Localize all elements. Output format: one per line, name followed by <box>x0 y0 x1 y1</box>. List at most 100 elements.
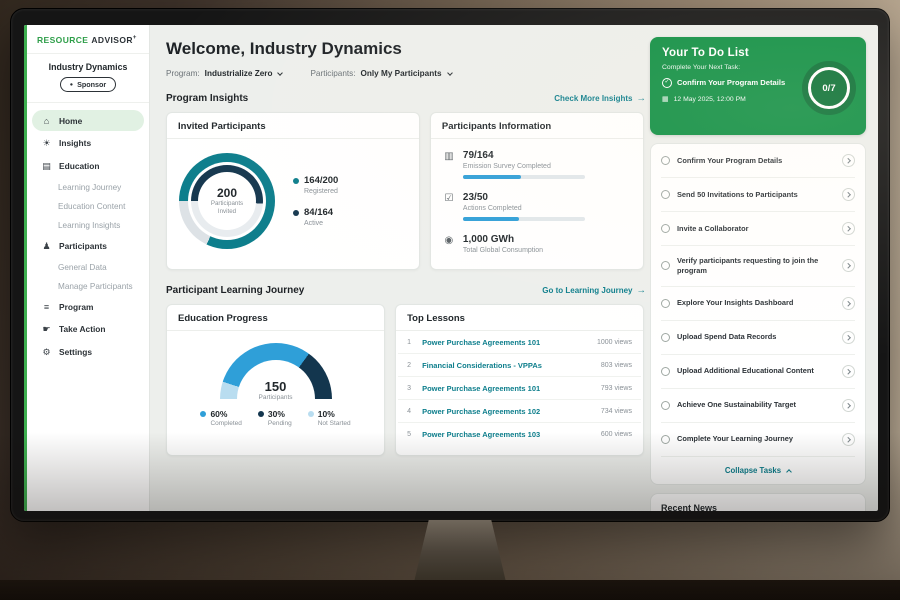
todo-progress-ring: 0/7 <box>802 61 856 115</box>
go-to-learning-journey-link[interactable]: Go to Learning Journey→ <box>542 285 646 296</box>
task-row[interactable]: Achieve One Sustainability Target <box>661 389 855 423</box>
task-row[interactable]: Send 50 Invitations to Participants <box>661 178 855 212</box>
task-row[interactable]: Confirm Your Program Details <box>661 144 855 178</box>
gauge-legend: 60% Completed 30% <box>200 409 350 427</box>
task-checkbox[interactable] <box>661 261 670 270</box>
nav-item-icon <box>41 161 52 172</box>
nav-item-label: Home <box>59 116 82 126</box>
nav-item-icon <box>41 116 52 126</box>
task-checkbox[interactable] <box>661 156 670 165</box>
legend-label: Completed <box>210 420 241 427</box>
arrow-right-icon: → <box>637 285 647 296</box>
lesson-row: 5 Power Purchase Agreements 103 600 view… <box>398 423 641 445</box>
sidebar-item[interactable]: Home <box>32 110 144 131</box>
task-checkbox[interactable] <box>661 224 670 233</box>
task-label: Verify participants requesting to join t… <box>677 256 835 276</box>
sidebar-item[interactable]: Learning Journey <box>32 178 144 196</box>
task-label: Invite a Collaborator <box>677 224 835 234</box>
sidebar: RESOURCEADVISOR+ Industry Dynamics ● Spo… <box>24 25 150 511</box>
todo-next-task: ✓ Confirm Your Program Details <box>662 78 798 88</box>
todo-due-date: ▦ 12 May 2025, 12:00 PM <box>662 95 854 103</box>
lesson-link[interactable]: Power Purchase Agreements 101 <box>422 338 590 347</box>
lesson-views: 803 views <box>601 362 632 369</box>
task-chevron-icon[interactable] <box>842 297 855 310</box>
card-title: Education Progress <box>167 305 384 331</box>
legend-dot <box>308 411 314 417</box>
task-checkbox[interactable] <box>661 367 670 376</box>
sidebar-item[interactable]: Insights <box>32 132 144 154</box>
task-label: Confirm Your Program Details <box>677 156 835 166</box>
sponsor-badge: ● Sponsor <box>60 77 116 92</box>
sidebar-item[interactable]: Participants <box>32 235 144 257</box>
task-chevron-icon[interactable] <box>842 222 855 235</box>
chevron-down-icon <box>278 70 284 76</box>
nav-item-label: Program <box>59 302 93 312</box>
task-row[interactable]: Explore Your Insights Dashboard <box>661 287 855 321</box>
donut-center: 200 Participants Invited <box>199 173 255 229</box>
education-progress-card: Education Progress 150 Participants <box>166 304 385 456</box>
todo-next-task-label: Confirm Your Program Details <box>677 78 785 88</box>
main-content: Welcome, Industry Dynamics Program: Indu… <box>150 25 650 511</box>
sidebar-item[interactable]: Settings <box>32 341 144 363</box>
sidebar-item[interactable]: Education <box>32 155 144 177</box>
nav-item-label: Education Content <box>58 202 125 211</box>
stat-row: 1,000 GWh Total Global Consumption <box>431 227 643 265</box>
task-row[interactable]: Verify participants requesting to join t… <box>661 246 855 287</box>
sidebar-item[interactable]: Manage Participants <box>32 277 144 295</box>
task-label: Send 50 Invitations to Participants <box>677 190 835 200</box>
task-checkbox[interactable] <box>661 190 670 199</box>
lesson-row: 4 Power Purchase Agreements 102 734 view… <box>398 400 641 423</box>
task-chevron-icon[interactable] <box>842 188 855 201</box>
filter-dropdown[interactable]: Participants: Only My Participants <box>310 69 451 78</box>
sidebar-item[interactable]: Take Action <box>32 318 144 340</box>
task-row[interactable]: Complete Your Learning Journey <box>661 423 855 457</box>
task-chevron-icon[interactable] <box>842 259 855 272</box>
stat-icon <box>443 193 455 204</box>
nav-item-label: Settings <box>59 347 92 357</box>
lesson-link[interactable]: Financial Considerations - VPPAs <box>422 361 594 370</box>
lesson-link[interactable]: Power Purchase Agreements 102 <box>422 407 594 416</box>
education-gauge-chart: 150 Participants <box>220 343 332 399</box>
filter-dropdown[interactable]: Program: Industrialize Zero <box>166 69 282 78</box>
task-checkbox[interactable] <box>661 299 670 308</box>
sidebar-item[interactable]: Program <box>32 296 144 317</box>
lesson-rank: 2 <box>407 362 415 369</box>
task-checkbox[interactable] <box>661 435 670 444</box>
task-row[interactable]: Upload Spend Data Records <box>661 321 855 355</box>
task-chevron-icon[interactable] <box>842 433 855 446</box>
sidebar-item[interactable]: Education Content <box>32 197 144 215</box>
todo-panel: Your To Do List Complete Your Next Task:… <box>650 25 878 511</box>
task-chevron-icon[interactable] <box>842 154 855 167</box>
legend-value: 60% <box>210 409 227 419</box>
todo-title: Your To Do List <box>662 47 854 59</box>
program-insights-header: Program Insights Check More Insights→ <box>166 93 646 104</box>
card-title: Participants Information <box>431 113 643 139</box>
nav-item-label: General Data <box>58 263 107 272</box>
task-checkbox[interactable] <box>661 333 670 342</box>
gauge-arc <box>220 343 332 399</box>
gauge-legend-item: 60% Completed <box>200 409 241 427</box>
arrow-right-icon: → <box>637 93 647 104</box>
task-chevron-icon[interactable] <box>842 331 855 344</box>
lesson-rank: 3 <box>407 385 415 392</box>
nav-item-icon <box>41 347 52 358</box>
task-checkbox[interactable] <box>661 401 670 410</box>
collapse-tasks-link[interactable]: Collapse Tasks <box>661 457 855 484</box>
lesson-link[interactable]: Power Purchase Agreements 101 <box>422 384 594 393</box>
sidebar-item[interactable]: General Data <box>32 258 144 276</box>
stat-progress-track <box>463 217 585 221</box>
lesson-row: 2 Financial Considerations - VPPAs 803 v… <box>398 354 641 377</box>
sidebar-item[interactable]: Learning Insights <box>32 216 144 234</box>
stat-label: Total Global Consumption <box>463 247 543 254</box>
donut-ring-outer <box>179 153 275 249</box>
lesson-views: 1000 views <box>597 339 632 346</box>
legend-dot <box>258 411 264 417</box>
task-row[interactable]: Upload Additional Educational Content <box>661 355 855 389</box>
task-chevron-icon[interactable] <box>842 399 855 412</box>
lesson-link[interactable]: Power Purchase Agreements 103 <box>422 430 594 439</box>
donut-ring-inner <box>191 165 263 237</box>
task-chevron-icon[interactable] <box>842 365 855 378</box>
lesson-rank: 4 <box>407 408 415 415</box>
task-row[interactable]: Invite a Collaborator <box>661 212 855 246</box>
check-more-insights-link[interactable]: Check More Insights→ <box>554 93 646 104</box>
